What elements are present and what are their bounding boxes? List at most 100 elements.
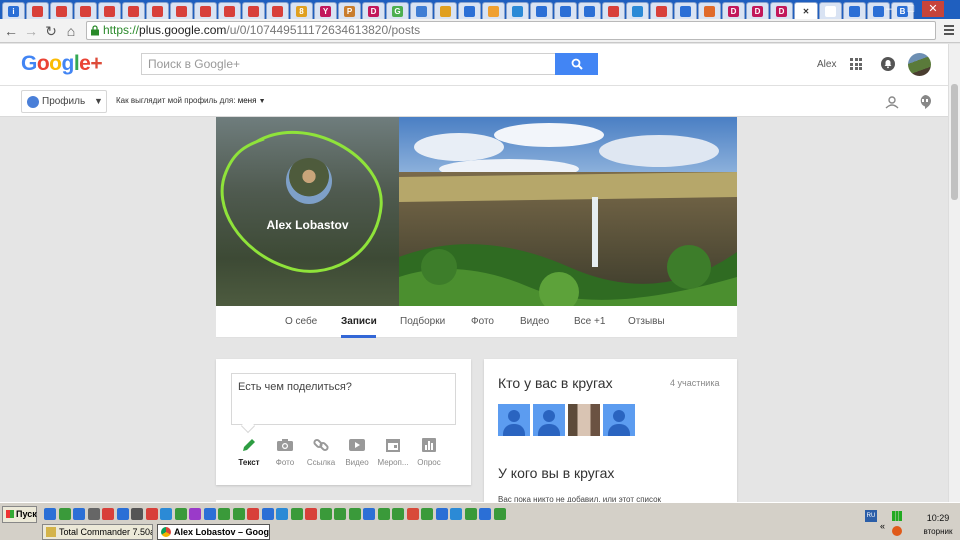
close-window-icon[interactable]: ✕ xyxy=(922,1,944,17)
tab-about[interactable]: О себе xyxy=(285,316,317,327)
circle-member-photo[interactable] xyxy=(568,404,600,436)
circle-member-avatar[interactable] xyxy=(603,404,635,436)
quick-launch-icon[interactable] xyxy=(203,508,216,520)
cover-photo-waterfall[interactable] xyxy=(399,117,737,306)
notifications-bell-icon[interactable] xyxy=(881,57,895,71)
circles-count[interactable]: 4 участника xyxy=(670,378,719,388)
menu-icon[interactable] xyxy=(942,22,956,38)
task-total-commander[interactable]: Total Commander 7.50a ... xyxy=(42,524,153,540)
browser-tab[interactable] xyxy=(98,2,121,19)
browser-tab[interactable] xyxy=(194,2,217,19)
view-as-selector[interactable]: Как выглядит мой профиль для: меня ▼ xyxy=(116,96,266,105)
browser-tab[interactable] xyxy=(458,2,481,19)
maximize-icon[interactable]: □ xyxy=(900,1,922,17)
browser-tab[interactable]: D xyxy=(362,2,385,19)
reload-icon[interactable]: ↻ xyxy=(42,22,60,40)
browser-tab[interactable] xyxy=(26,2,49,19)
browser-tab[interactable]: 8 xyxy=(290,2,313,19)
browser-tab[interactable] xyxy=(674,2,697,19)
action-poll[interactable]: Опрос xyxy=(409,437,449,467)
home-icon[interactable]: ⌂ xyxy=(62,22,80,40)
clock-time[interactable]: 10:29 xyxy=(916,513,960,523)
browser-tab[interactable] xyxy=(650,2,673,19)
circle-member-avatar[interactable] xyxy=(533,404,565,436)
tab-videos[interactable]: Видео xyxy=(520,316,549,327)
quick-launch-icon[interactable] xyxy=(116,508,129,520)
tab-reviews[interactable]: Отзывы xyxy=(628,316,665,327)
share-input[interactable]: Есть чем поделиться? xyxy=(231,373,456,425)
alert-icon[interactable] xyxy=(892,526,902,536)
browser-tab[interactable] xyxy=(698,2,721,19)
browser-tab[interactable]: Y xyxy=(314,2,337,19)
quick-launch-icon[interactable] xyxy=(363,508,375,520)
browser-tab[interactable] xyxy=(554,2,577,19)
account-avatar[interactable] xyxy=(908,53,931,76)
quick-launch-icon[interactable] xyxy=(421,508,433,520)
hangouts-icon[interactable] xyxy=(918,94,932,110)
quick-launch-icon[interactable] xyxy=(145,508,158,520)
action-photo[interactable]: Фото xyxy=(265,437,305,467)
browser-tab[interactable] xyxy=(602,2,625,19)
browser-tab[interactable] xyxy=(218,2,241,19)
tray-expand-icon[interactable]: « xyxy=(880,521,885,531)
quick-launch-icon[interactable] xyxy=(160,508,172,520)
quick-launch-icon[interactable] xyxy=(131,508,143,520)
share-profile-icon[interactable] xyxy=(884,94,900,110)
quick-launch-icon[interactable] xyxy=(435,508,448,520)
quick-launch-icon[interactable] xyxy=(247,508,259,520)
circle-member-avatar[interactable] xyxy=(498,404,530,436)
start-button[interactable]: Пуск xyxy=(2,506,37,523)
minimize-icon[interactable]: – xyxy=(878,1,900,17)
browser-tab[interactable]: P xyxy=(338,2,361,19)
quick-launch-icon[interactable] xyxy=(58,508,71,520)
network-signal-icon[interactable] xyxy=(892,511,902,521)
user-name[interactable]: Alex xyxy=(817,59,836,70)
quick-launch-icon[interactable] xyxy=(464,508,477,520)
quick-launch-icon[interactable] xyxy=(392,508,404,520)
browser-tab[interactable] xyxy=(146,2,169,19)
quick-launch-icon[interactable] xyxy=(232,508,245,520)
vertical-scrollbar[interactable] xyxy=(948,44,960,502)
action-text[interactable]: Текст xyxy=(229,437,269,467)
action-event[interactable]: Мероп... xyxy=(373,437,413,467)
quick-launch-icon[interactable] xyxy=(377,508,390,520)
address-bar[interactable]: https://plus.google.com/u/0/107449511172… xyxy=(86,21,936,40)
quick-launch-icon[interactable] xyxy=(102,508,114,520)
quick-launch-icon[interactable] xyxy=(44,508,56,520)
browser-tab[interactable] xyxy=(50,2,73,19)
browser-tab[interactable]: D xyxy=(722,2,745,19)
browser-tab[interactable] xyxy=(434,2,457,19)
search-input[interactable]: Поиск в Google+ xyxy=(141,53,556,75)
browser-tab[interactable] xyxy=(266,2,289,19)
quick-launch-icon[interactable] xyxy=(305,508,317,520)
quick-launch-icon[interactable] xyxy=(493,508,506,520)
quick-launch-icon[interactable] xyxy=(348,508,361,520)
google-plus-logo[interactable]: Google+ xyxy=(21,52,103,76)
quick-launch-icon[interactable] xyxy=(276,508,288,520)
language-indicator[interactable]: RU xyxy=(865,510,877,522)
action-link[interactable]: Ссылка xyxy=(301,437,341,467)
back-arrow-icon[interactable]: ← xyxy=(2,22,20,40)
quick-launch-icon[interactable] xyxy=(406,508,419,520)
task-chrome[interactable]: Alex Lobastov – Goog... xyxy=(157,524,270,540)
tab-photos[interactable]: Фото xyxy=(471,316,494,327)
browser-tab[interactable] xyxy=(242,2,265,19)
browser-tab[interactable] xyxy=(819,2,842,19)
quick-launch-icon[interactable] xyxy=(319,508,332,520)
forward-arrow-icon[interactable]: → xyxy=(22,22,40,40)
browser-tab[interactable]: G xyxy=(386,2,409,19)
action-video[interactable]: Видео xyxy=(337,437,377,467)
profile-dropdown-button[interactable]: Профиль ▼ xyxy=(21,90,107,113)
quick-launch-icon[interactable] xyxy=(189,508,201,520)
tab-plus-ones[interactable]: Все +1 xyxy=(574,316,605,327)
browser-tab[interactable] xyxy=(482,2,505,19)
browser-tab[interactable] xyxy=(170,2,193,19)
search-button[interactable] xyxy=(555,53,598,75)
quick-launch-icon[interactable] xyxy=(334,508,346,520)
tab-posts[interactable]: Записи xyxy=(341,316,377,327)
browser-tab[interactable] xyxy=(410,2,433,19)
quick-launch-icon[interactable] xyxy=(290,508,303,520)
browser-tab[interactable] xyxy=(626,2,649,19)
quick-launch-icon[interactable] xyxy=(174,508,187,520)
quick-launch-icon[interactable] xyxy=(479,508,491,520)
